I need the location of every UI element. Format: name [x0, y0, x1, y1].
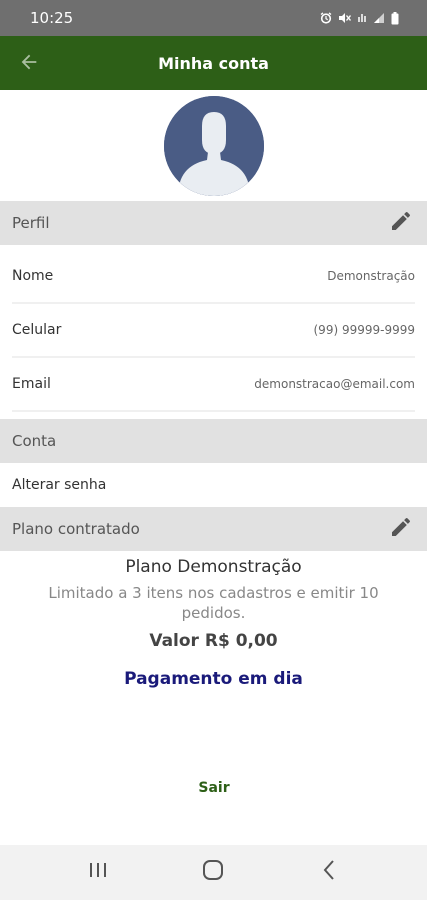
edit-plan-button[interactable] — [387, 515, 415, 543]
plan-name: Plano Demonstração — [125, 557, 302, 577]
field-value: demonstracao@email.com — [254, 377, 415, 391]
pencil-icon — [389, 515, 413, 544]
field-value: (99) 99999-9999 — [313, 323, 416, 337]
system-back-button[interactable] — [305, 853, 353, 893]
logout-button[interactable]: Sair — [170, 774, 258, 802]
mute-icon — [338, 12, 351, 24]
field-row-name: Nome Demonstração — [12, 250, 415, 304]
field-label: Email — [12, 376, 51, 392]
status-time: 10:25 — [30, 9, 74, 27]
profile-section-header: Perfil — [0, 201, 427, 245]
status-bar: 10:25 — [0, 0, 427, 36]
plan-description: Limitado a 3 itens nos cadastros e emiti… — [48, 584, 379, 622]
battery-icon — [391, 11, 399, 25]
plan-section-header: Plano contratado — [0, 507, 427, 551]
alarm-icon — [320, 12, 332, 24]
wifi-icon — [357, 12, 367, 24]
change-password-label: Alterar senha — [12, 477, 107, 493]
change-password-link[interactable]: Alterar senha — [12, 463, 415, 507]
app-bar: Minha conta — [0, 36, 427, 90]
field-label: Nome — [12, 268, 54, 284]
field-row-email: Email demonstracao@email.com — [12, 358, 415, 412]
plan-value: Valor R$ 0,00 — [149, 631, 278, 651]
page-title: Minha conta — [158, 53, 269, 73]
home-button[interactable] — [189, 853, 237, 893]
plan-section-label: Plano contratado — [12, 520, 140, 538]
signal-icon — [373, 12, 385, 24]
status-icons — [320, 11, 399, 25]
avatar — [164, 96, 264, 196]
back-button[interactable] — [16, 51, 42, 77]
edit-profile-button[interactable] — [387, 209, 415, 237]
field-label: Celular — [12, 322, 62, 338]
recent-apps-button[interactable] — [74, 853, 122, 893]
default-user-avatar-icon — [164, 96, 264, 196]
home-icon — [202, 859, 224, 886]
field-row-phone: Celular (99) 99999-9999 — [12, 304, 415, 358]
back-icon — [322, 859, 336, 886]
system-nav-bar — [0, 845, 427, 900]
account-section-label: Conta — [12, 432, 57, 450]
field-value: Demonstração — [327, 269, 415, 283]
plan-details: Plano Demonstração Limitado a 3 itens no… — [0, 551, 427, 689]
account-section-header: Conta — [0, 419, 427, 463]
profile-section-label: Perfil — [12, 214, 50, 232]
recent-apps-icon — [88, 861, 108, 884]
arrow-left-icon — [18, 51, 40, 78]
payment-status: Pagamento em dia — [124, 669, 303, 689]
pencil-icon — [389, 209, 413, 238]
